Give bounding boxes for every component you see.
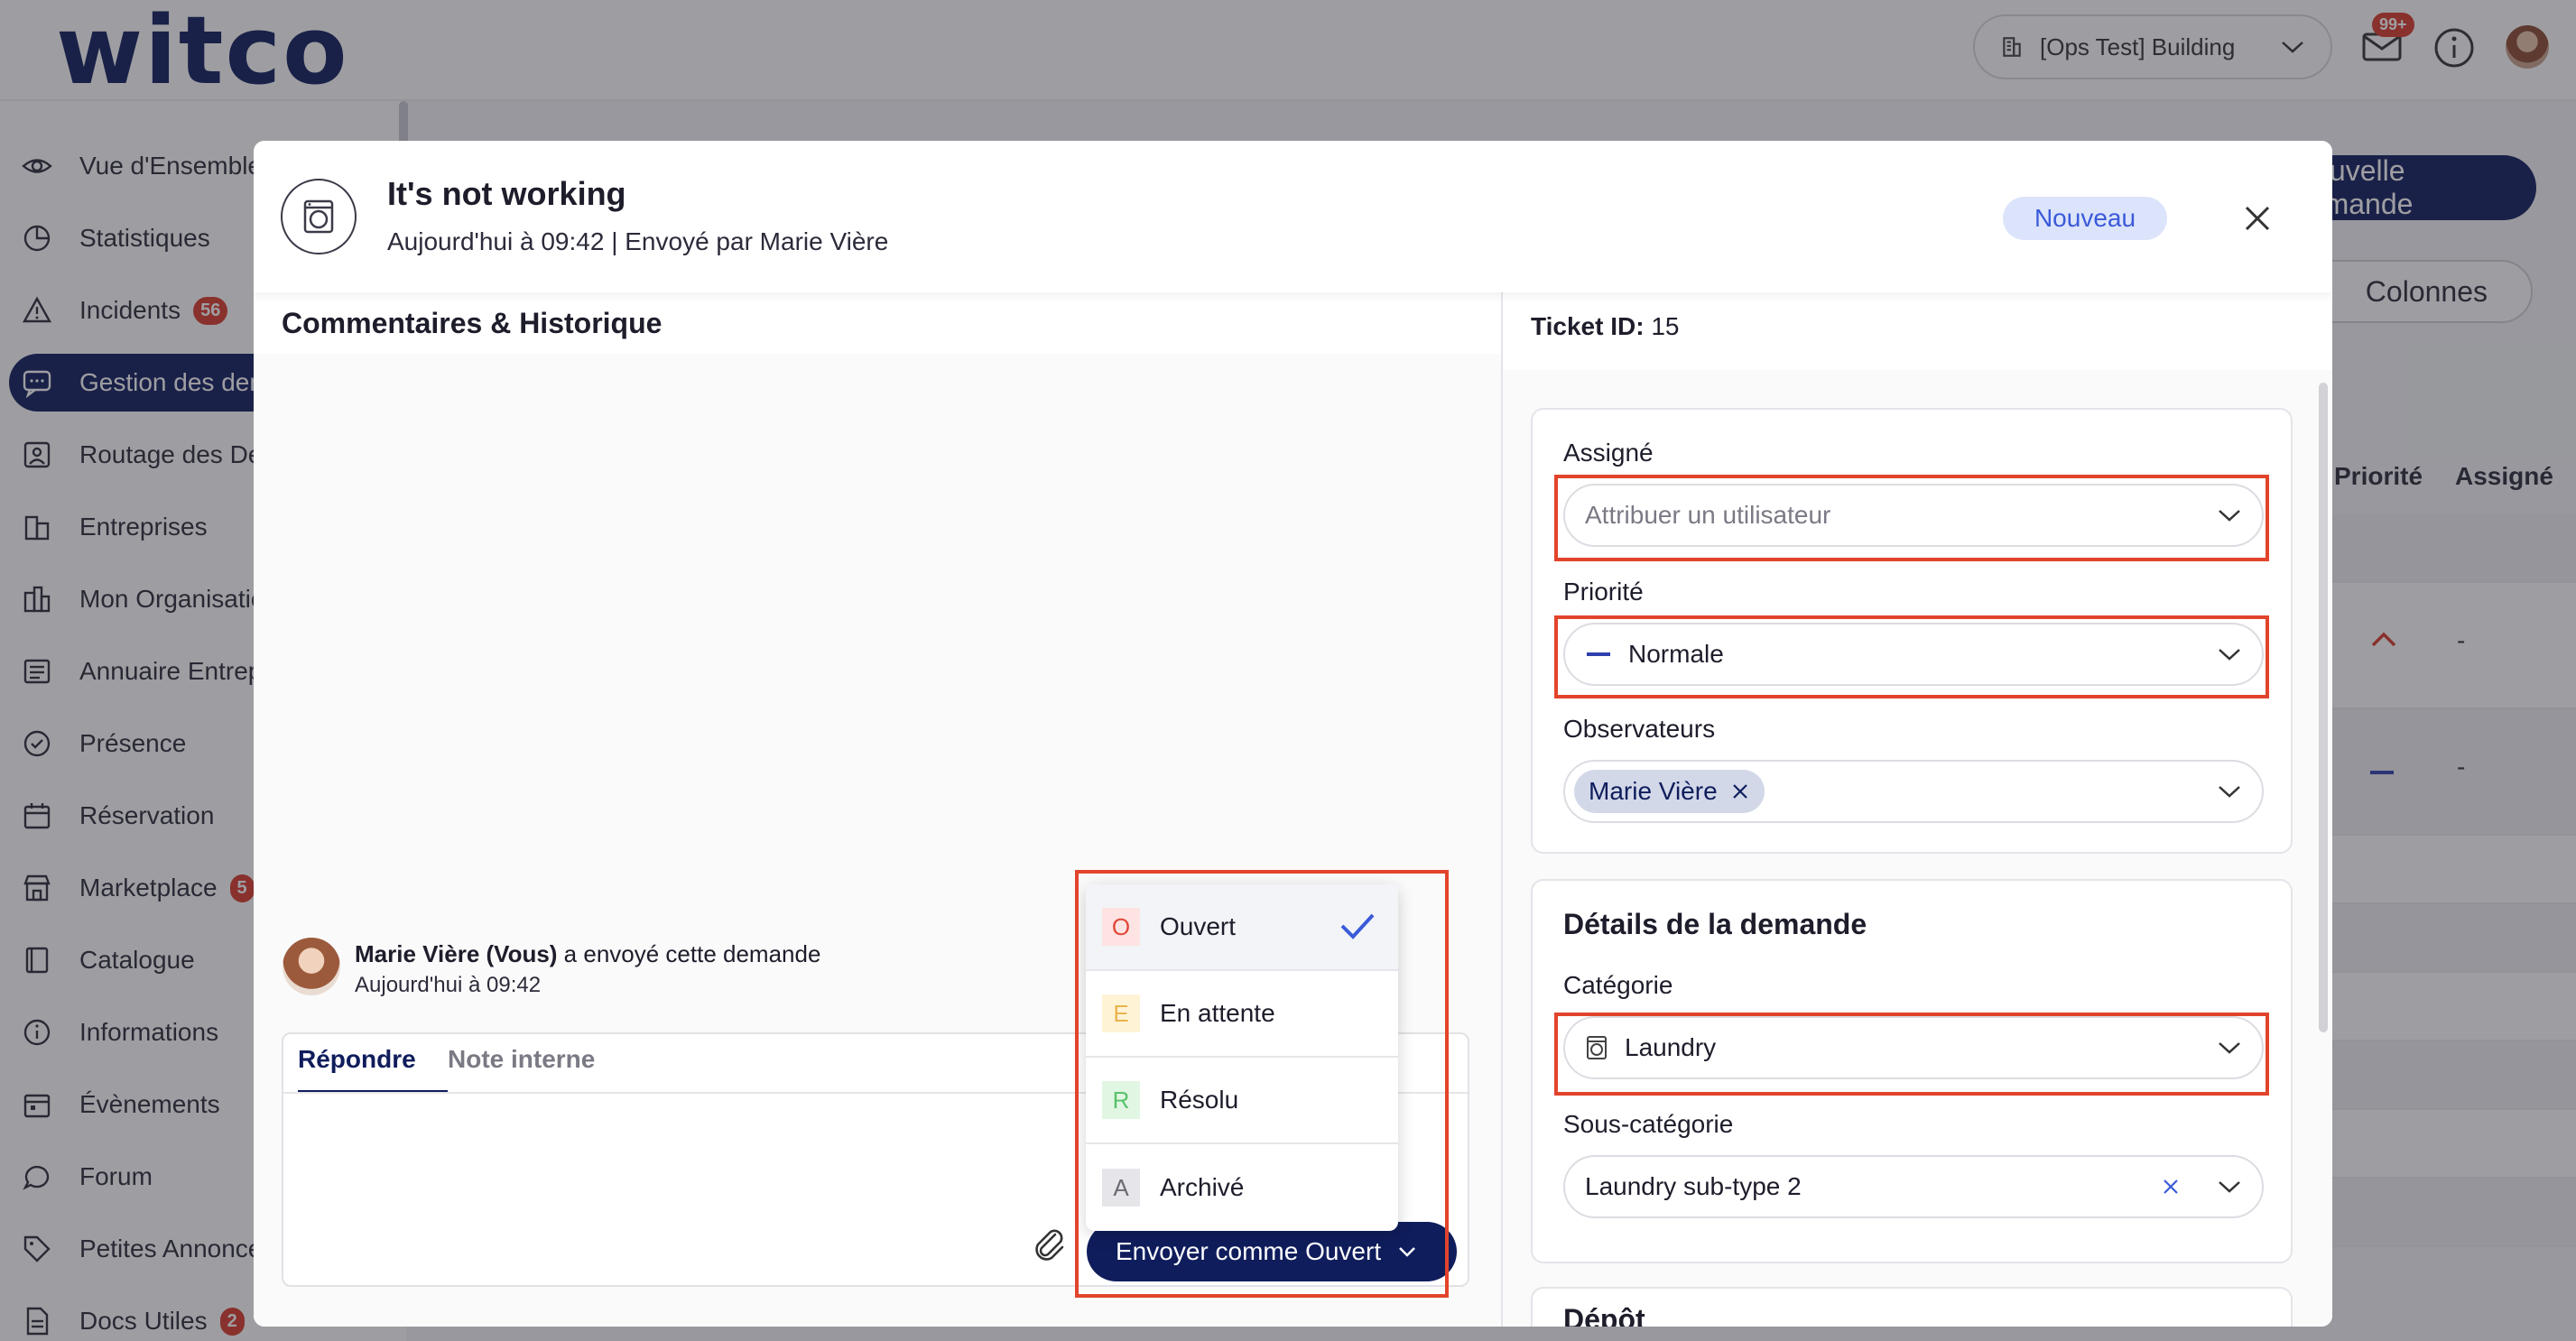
details-pane: Ticket ID: 15 Assigné Attribuer un utili… [1503, 292, 2332, 1327]
attachment-icon[interactable] [1028, 1224, 1070, 1265]
subcategory-label: Sous-catégorie [1563, 1110, 1734, 1138]
category-label: Catégorie [1563, 971, 1673, 999]
subcategory-value: Laundry sub-type 2 [1585, 1172, 1802, 1200]
ticket-id-label: Ticket ID: [1531, 312, 1645, 340]
tab-internal-note[interactable]: Note interne [448, 1045, 595, 1090]
observer-chip: Marie Vière [1574, 770, 1765, 813]
observers-select[interactable]: Marie Vière [1563, 760, 2264, 823]
chevron-down-icon [2219, 786, 2240, 798]
subcategory-select[interactable]: Laundry sub-type 2 [1563, 1155, 2264, 1218]
highlight-box-status [1075, 870, 1449, 1298]
modal-header: It's not working Aujourd'hui à 09:42 | E… [254, 141, 2332, 292]
comments-title: Commentaires & Historique [282, 307, 663, 339]
highlight-box-category [1554, 1013, 2269, 1096]
ticket-id: Ticket ID: 15 [1531, 312, 1679, 341]
request-subtitle: Aujourd'hui à 09:42 | Envoyé par Marie V… [387, 227, 889, 255]
request-details-title: Détails de la demande [1563, 908, 1867, 940]
laundry-category-icon [281, 179, 357, 254]
highlight-box-priority [1554, 615, 2269, 698]
chevron-down-icon [2219, 1181, 2240, 1193]
ticket-id-value: 15 [1651, 312, 1680, 340]
next-section-card: Dépôt [1531, 1287, 2293, 1327]
history-event: Marie Vière (Vous) a envoyé cette demand… [355, 940, 820, 968]
sender-avatar [283, 938, 340, 995]
request-title: It's not working [387, 175, 626, 212]
sender-name: Marie Vière (Vous) [355, 940, 558, 967]
observers-label: Observateurs [1563, 715, 1716, 743]
status-badge: Nouveau [2003, 197, 2167, 240]
event-action: a envoyé cette demande [557, 940, 821, 967]
highlight-box-assignee [1554, 475, 2269, 561]
clear-icon[interactable] [2161, 1177, 2181, 1197]
observer-name: Marie Vière [1589, 777, 1718, 805]
request-detail-modal: It's not working Aujourd'hui à 09:42 | E… [254, 141, 2332, 1327]
details-scrollbar[interactable] [2319, 383, 2328, 1032]
tab-reply[interactable]: Répondre [298, 1045, 448, 1094]
assignee-label: Assigné [1563, 439, 1654, 467]
priority-label: Priorité [1563, 578, 1644, 606]
remove-observer-icon[interactable] [1730, 781, 1750, 801]
comments-header: Commentaires & Historique [254, 292, 1502, 354]
event-time: Aujourd'hui à 09:42 [355, 973, 542, 997]
ticket-id-header: Ticket ID: 15 [1503, 292, 2332, 370]
close-icon[interactable] [2239, 200, 2275, 236]
next-section-title: Dépôt [1563, 1303, 1645, 1327]
